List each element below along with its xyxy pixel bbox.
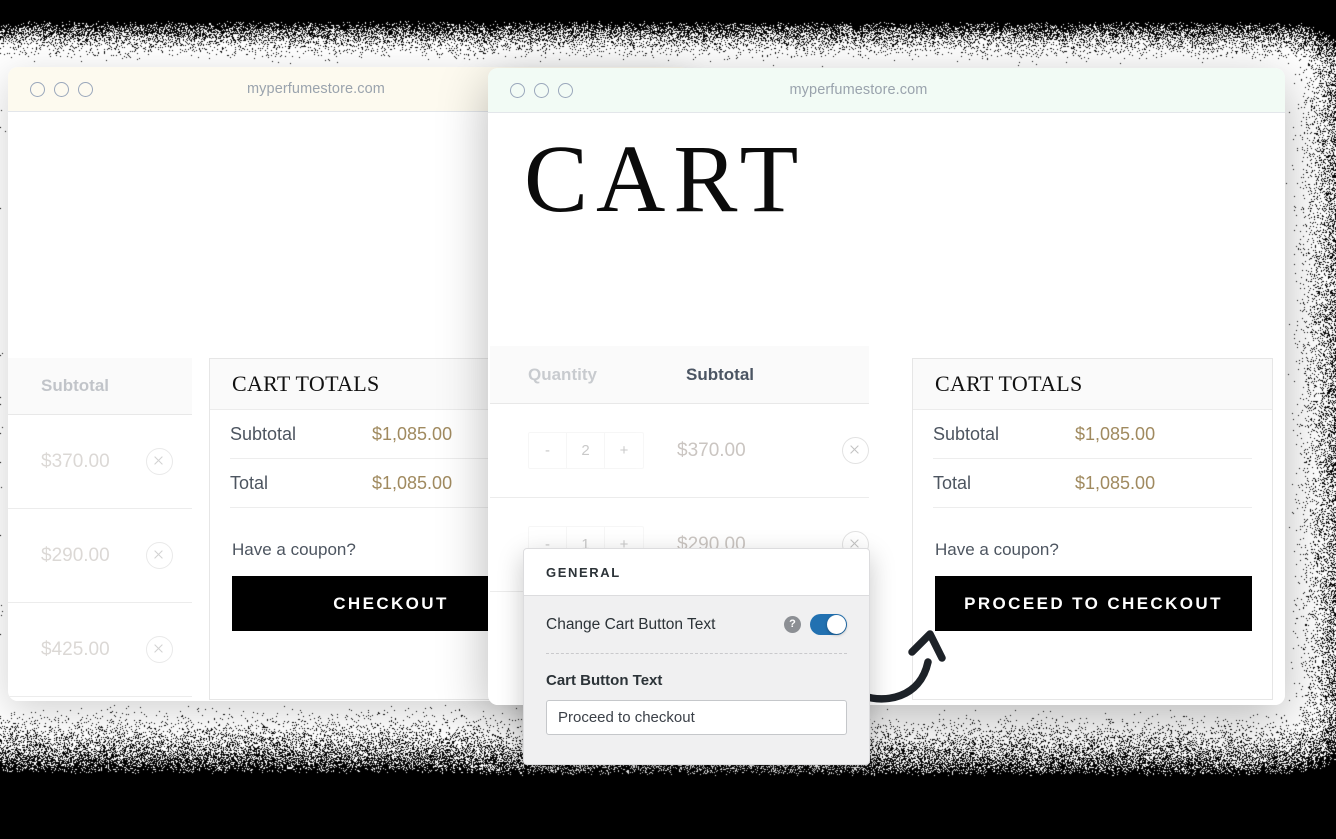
remove-item-icon[interactable] [146, 636, 173, 663]
close-dot-icon[interactable] [30, 82, 45, 97]
toggle-setting-label: Change Cart Button Text [546, 616, 784, 634]
quantity-decrement-button[interactable]: - [529, 433, 567, 468]
page-title: CART [524, 131, 806, 227]
column-header-quantity: Quantity [490, 365, 686, 385]
totals-value: $1,085.00 [1075, 473, 1155, 494]
row-subtotal: $370.00 [677, 440, 814, 462]
totals-value: $1,085.00 [372, 473, 452, 494]
remove-item-icon[interactable] [146, 448, 173, 475]
cart-table-header-front: Quantity Subtotal [490, 346, 869, 404]
help-icon[interactable]: ? [784, 616, 801, 633]
row-subtotal: $370.00 [41, 451, 146, 473]
screenshot-stage: myperfumestore.com Subtotal $370.00 $290… [0, 0, 1336, 839]
window-controls-back[interactable] [30, 82, 93, 97]
column-header-subtotal: Subtotal [686, 365, 826, 385]
totals-value: $1,085.00 [1075, 424, 1155, 445]
totals-label: Total [933, 473, 1075, 494]
totals-row-subtotal: Subtotal $1,085.00 [933, 410, 1252, 459]
titlebar-front: myperfumestore.com [488, 68, 1285, 113]
row-subtotal: $425.00 [41, 639, 146, 661]
totals-label: Subtotal [230, 424, 372, 445]
cart-totals-title: CART TOTALS [913, 359, 1272, 410]
minimize-dot-icon[interactable] [534, 83, 549, 98]
table-row: $290.00 [8, 509, 192, 603]
cart-table-back: Subtotal $370.00 $290.00 $425.00 [8, 358, 192, 697]
popup-section-title: GENERAL [524, 549, 869, 596]
quantity-stepper[interactable]: - 2 + [528, 432, 644, 469]
close-dot-icon[interactable] [510, 83, 525, 98]
maximize-dot-icon[interactable] [558, 83, 573, 98]
cart-button-text-label: Cart Button Text [524, 654, 869, 689]
window-controls-front[interactable] [510, 83, 573, 98]
totals-label: Total [230, 473, 372, 494]
toggle-setting-row: Change Cart Button Text ? [524, 596, 869, 653]
proceed-to-checkout-button[interactable]: PROCEED TO CHECKOUT [935, 576, 1252, 631]
settings-popup[interactable]: GENERAL Change Cart Button Text ? Cart B… [523, 548, 870, 765]
row-subtotal: $290.00 [41, 545, 146, 567]
column-header-subtotal: Subtotal [8, 376, 158, 396]
address-bar-front[interactable]: myperfumestore.com [488, 82, 1285, 98]
table-row: $425.00 [8, 603, 192, 697]
minimize-dot-icon[interactable] [54, 82, 69, 97]
change-cart-button-text-toggle[interactable] [810, 614, 847, 635]
table-row: - 2 + $370.00 [490, 404, 869, 498]
cart-button-text-input[interactable]: Proceed to checkout [546, 700, 847, 735]
curved-up-arrow-icon [862, 600, 972, 710]
coupon-link[interactable]: Have a coupon? [935, 540, 1272, 560]
remove-item-icon[interactable] [146, 542, 173, 569]
maximize-dot-icon[interactable] [78, 82, 93, 97]
totals-row-total: Total $1,085.00 [933, 459, 1252, 508]
quantity-increment-button[interactable]: + [605, 433, 643, 468]
cart-table-header-back: Subtotal [8, 358, 192, 415]
toggle-knob [827, 615, 846, 634]
quantity-value[interactable]: 2 [567, 433, 605, 468]
totals-value: $1,085.00 [372, 424, 452, 445]
table-row: $370.00 [8, 415, 192, 509]
totals-label: Subtotal [933, 424, 1075, 445]
remove-item-icon[interactable] [842, 437, 869, 464]
